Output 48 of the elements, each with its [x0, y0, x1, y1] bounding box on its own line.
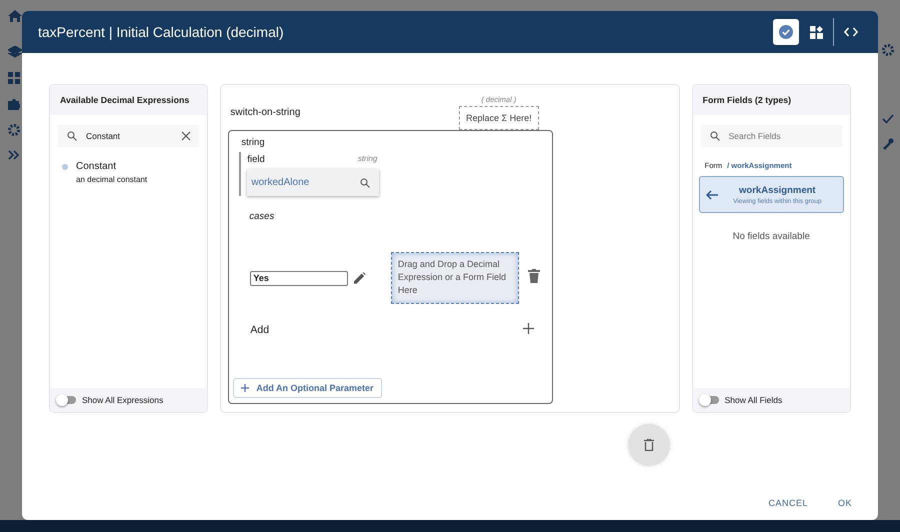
panel-title: Form Fields (2 types) [692, 85, 850, 115]
check-icon [882, 114, 894, 124]
home-icon [8, 10, 22, 22]
add-label: Add [250, 324, 270, 336]
field-label: field [247, 154, 265, 165]
trash-icon [644, 439, 654, 451]
toggle-switch[interactable] [58, 396, 76, 404]
double-chevron-icon [8, 150, 20, 160]
expression-description: an decimal constant [76, 175, 148, 184]
close-icon[interactable] [181, 131, 192, 141]
search-icon [708, 130, 721, 142]
toggle-label: Show All Expressions [82, 395, 164, 405]
trash-icon[interactable] [528, 268, 540, 282]
search-icon [359, 176, 372, 188]
gear-icon [8, 124, 20, 136]
parameter-label: string [241, 137, 266, 148]
plus-icon [241, 384, 250, 392]
drop-zone[interactable]: Drag and Drop a Decimal Expression or a Form Field Here [390, 252, 520, 304]
layers-icon [8, 46, 22, 58]
toggle-switch[interactable] [700, 396, 719, 404]
gear-icon [882, 44, 894, 56]
dialog-action-button[interactable]: CANCEL [766, 496, 810, 510]
code-icon [844, 27, 858, 37]
dialog-title: taxPercent | Initial Calculation (decimal) [38, 24, 285, 40]
check-circle-icon [779, 25, 793, 39]
type-hint: string [358, 154, 378, 165]
blocks-icon [810, 26, 822, 38]
group-name: workAssignment [739, 184, 816, 196]
cases-label: cases [249, 211, 276, 222]
toggle-label: Show All Fields [724, 395, 782, 405]
add-parameter-button[interactable]: Add An Optional Parameter [233, 378, 382, 398]
grid-icon [8, 72, 20, 84]
empty-message: No fields available [732, 231, 811, 242]
bullet-dot [62, 164, 68, 170]
expression-name[interactable]: Constant [76, 161, 148, 172]
field-selector[interactable]: workedAlone [247, 169, 380, 196]
panel-title: Available Decimal Expressions [50, 85, 208, 115]
back-arrow-icon[interactable] [706, 190, 718, 200]
search-icon [66, 130, 78, 142]
expression-label: switch-on-string [230, 107, 300, 120]
search-field[interactable]: Constant [58, 125, 200, 147]
view-toggle-button[interactable] [773, 19, 799, 45]
drop-slot[interactable]: Replace Σ Here! [459, 106, 539, 130]
dialog-action-button[interactable]: OK [836, 496, 854, 510]
case-value-field[interactable]: Yes [250, 270, 348, 286]
search-field[interactable]: Search Fields [700, 125, 842, 147]
delete-button[interactable] [628, 424, 670, 466]
pencil-icon[interactable] [354, 272, 366, 284]
